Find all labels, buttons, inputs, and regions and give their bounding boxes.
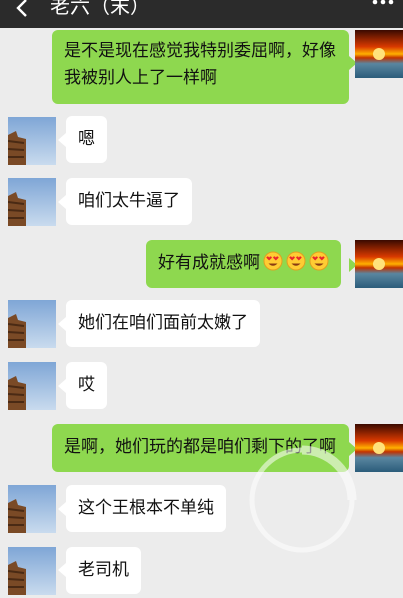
bubble-tail	[58, 502, 66, 516]
message-bubble-incoming[interactable]: 这个王根本不单纯	[66, 485, 226, 532]
avatar-self[interactable]	[355, 240, 403, 288]
bubble-tail	[58, 195, 66, 209]
building-avatar-image	[8, 117, 56, 165]
avatar-contact[interactable]	[8, 178, 56, 226]
message-text-line: 是不是现在感觉我特别委屈啊，好像	[64, 41, 336, 61]
building-avatar-image	[8, 300, 56, 348]
message-bubble-incoming[interactable]: 嗯	[66, 116, 107, 163]
bubble-tail	[58, 563, 66, 577]
message-bubble-outgoing[interactable]: 是不是现在感觉我特别委屈啊，好像 我被别人上了一样啊	[52, 30, 349, 104]
avatar-contact[interactable]	[8, 300, 56, 348]
message-bubble-incoming[interactable]: 咱们太牛逼了	[66, 178, 192, 225]
sunset-avatar-image	[355, 30, 403, 78]
shangyou-watermark-logo	[246, 444, 358, 556]
message-bubble-incoming[interactable]: 她们在咱们面前太嫩了	[66, 300, 260, 347]
sunset-avatar-image	[355, 424, 403, 472]
building-avatar-image	[8, 547, 56, 595]
avatar-contact[interactable]	[8, 485, 56, 533]
building-avatar-image	[8, 485, 56, 533]
smiling-heart-eyes-icon	[309, 251, 329, 271]
avatar-contact[interactable]	[8, 547, 56, 595]
smiling-heart-eyes-icon	[263, 251, 283, 271]
more-dots-icon	[372, 0, 394, 5]
back-button[interactable]	[6, 0, 38, 26]
avatar-self[interactable]	[355, 30, 403, 78]
message-text-line: 我被别人上了一样啊	[64, 68, 217, 88]
avatar-contact[interactable]	[8, 362, 56, 410]
smiling-heart-eyes-icon	[286, 251, 306, 271]
avatar-self[interactable]	[355, 424, 403, 472]
bubble-tail	[58, 133, 66, 147]
avatar-contact[interactable]	[8, 117, 56, 165]
message-bubble-incoming[interactable]: 哎	[66, 362, 107, 409]
message-bubble-incoming[interactable]: 老司机	[66, 547, 141, 594]
chat-header: 老六（末）	[0, 0, 403, 28]
sunset-avatar-image	[355, 240, 403, 288]
message-bubble-outgoing[interactable]: 好有成就感啊	[146, 240, 341, 288]
chat-title: 老六（末）	[50, 0, 150, 18]
building-avatar-image	[8, 362, 56, 410]
bubble-tail	[58, 317, 66, 331]
building-avatar-image	[8, 178, 56, 226]
message-text: 好有成就感啊	[158, 253, 260, 273]
chevron-left-icon	[16, 0, 27, 17]
bubble-tail	[58, 379, 66, 393]
more-button[interactable]	[367, 0, 399, 20]
